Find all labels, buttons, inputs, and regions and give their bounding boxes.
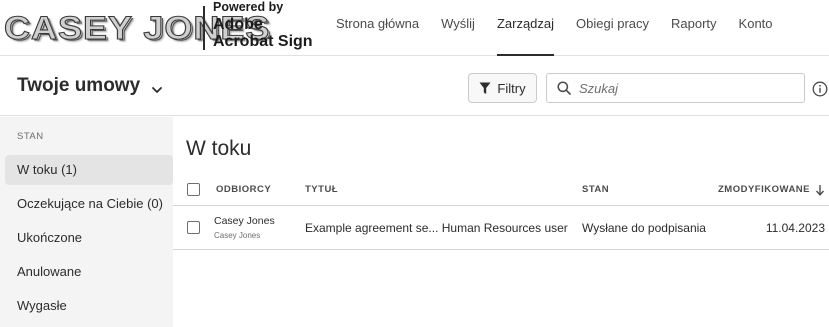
status-sidebar: STAN W toku (1) Oczekujące na Ciebie (0)… bbox=[0, 117, 173, 327]
sidebar-item-cancelled[interactable]: Anulowane bbox=[5, 257, 173, 287]
table-header: ODBIORCY TYTUŁ STAN ZMODYFIKOWANE bbox=[173, 174, 829, 206]
app-header: CASEY JONES Powered by Adobe Acrobat Sig… bbox=[0, 0, 829, 56]
toolbar: Twoje umowy Filtry bbox=[0, 57, 829, 116]
page-title: W toku bbox=[186, 137, 252, 160]
adobe-sign-branding: Powered by Adobe Acrobat Sign bbox=[213, 0, 313, 50]
adobe-text: Adobe bbox=[213, 16, 263, 33]
powered-by-text: Powered by bbox=[213, 0, 284, 14]
sort-descending-icon[interactable] bbox=[815, 183, 825, 201]
nav-item-workflows[interactable]: Obiegi pracy bbox=[565, 0, 660, 56]
nav-item-home[interactable]: Strona główna bbox=[325, 0, 430, 56]
nav-item-manage[interactable]: Zarządzaj bbox=[486, 0, 565, 56]
row-checkbox[interactable] bbox=[187, 221, 200, 234]
recipient-subtitle: Casey Jones bbox=[214, 231, 261, 240]
column-header-modified[interactable]: ZMODYFIKOWANE bbox=[718, 184, 810, 195]
agreements-title: Twoje umowy bbox=[17, 75, 141, 96]
filter-icon bbox=[479, 82, 491, 94]
nav-item-reports[interactable]: Raporty bbox=[660, 0, 728, 56]
agreement-modified-date: 11.04.2023 bbox=[765, 221, 825, 235]
sidebar-item-in-progress[interactable]: W toku (1) bbox=[5, 155, 173, 185]
sidebar-item-waiting-for-you[interactable]: Oczekujące na Ciebie (0) bbox=[5, 189, 173, 219]
column-header-status[interactable]: STAN bbox=[582, 184, 609, 195]
company-logo[interactable]: CASEY JONES bbox=[3, 8, 270, 48]
agreement-status: Wysłane do podpisania bbox=[582, 221, 706, 235]
search-icon bbox=[557, 81, 571, 95]
sidebar-heading: STAN bbox=[17, 131, 44, 142]
agreements-list: W toku ODBIORCY TYTUŁ STAN ZMODYFIKOWANE… bbox=[173, 117, 829, 327]
sidebar-item-expired[interactable]: Wygasłe bbox=[5, 291, 173, 321]
filter-label: Filtry bbox=[497, 80, 526, 96]
acrobat-sign-text: Acrobat Sign bbox=[213, 33, 313, 50]
table-row[interactable]: Casey Jones Casey Jones Example agreemen… bbox=[173, 206, 829, 250]
sidebar-item-completed[interactable]: Ukończone bbox=[5, 223, 173, 253]
column-header-title[interactable]: TYTUŁ bbox=[305, 184, 338, 195]
info-icon[interactable] bbox=[812, 81, 828, 97]
main-nav: Strona główna Wyślij Zarządzaj Obiegi pr… bbox=[325, 0, 784, 56]
agreement-title[interactable]: Example agreement se... Human Resources … bbox=[305, 221, 568, 235]
nav-item-send[interactable]: Wyślij bbox=[430, 0, 486, 56]
select-all-checkbox[interactable] bbox=[187, 183, 200, 196]
recipient-name: Casey Jones bbox=[214, 215, 275, 227]
filter-button[interactable]: Filtry bbox=[468, 73, 537, 103]
column-header-recipients[interactable]: ODBIORCY bbox=[216, 184, 271, 195]
nav-item-account[interactable]: Konto bbox=[728, 0, 784, 56]
chevron-down-icon bbox=[151, 80, 163, 93]
search-input[interactable] bbox=[579, 80, 789, 96]
brand-divider bbox=[203, 6, 205, 50]
search-box[interactable] bbox=[546, 73, 805, 103]
agreements-dropdown[interactable]: Twoje umowy bbox=[17, 75, 163, 97]
